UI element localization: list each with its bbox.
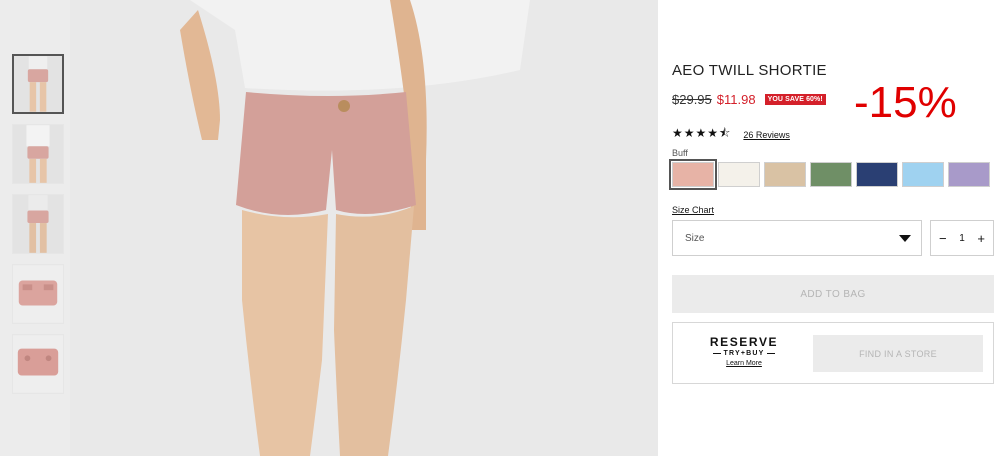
try-buy-tagline: TRY+BUY [695, 350, 793, 357]
thumbnail-4[interactable] [12, 264, 64, 324]
swatch-buff[interactable] [669, 159, 717, 190]
thumbnail-2[interactable] [12, 124, 64, 184]
savings-badge: YOU SAVE 60%! [764, 94, 826, 105]
size-placeholder: Size [685, 232, 705, 244]
reserve-try-buy-box: RESERVE TRY+BUY Learn More FIND IN A STO… [672, 322, 994, 384]
quantity-stepper: − 1 + [930, 220, 994, 256]
caret-down-icon [899, 235, 911, 242]
swatch-tan[interactable] [764, 162, 806, 187]
product-details-panel: AEO TWILL SHORTIE $29.95 $11.98 YOU SAVE… [669, 0, 996, 456]
product-media [0, 0, 658, 456]
thumbnail-5[interactable] [12, 334, 64, 394]
swatch-navy[interactable] [856, 162, 898, 187]
thumbnail-3[interactable] [12, 194, 64, 254]
thumbnail-1[interactable] [12, 54, 64, 114]
rating-row: ★★★★⯪ 26 Reviews [672, 124, 790, 145]
add-to-bag-button[interactable]: ADD TO BAG [672, 275, 994, 313]
reserve-logo: RESERVE TRY+BUY Learn More [695, 335, 793, 367]
swatch-white[interactable] [718, 162, 760, 187]
size-chart-link[interactable]: Size Chart [672, 205, 714, 215]
sale-price: $11.98 [716, 92, 756, 107]
quantity-decrement-button[interactable]: − [939, 231, 947, 246]
discount-overlay: -15% [854, 78, 957, 127]
swatch-lavender[interactable] [948, 162, 990, 187]
divider [766, 353, 775, 354]
main-product-image [70, 0, 658, 456]
swatch-light-blue[interactable] [902, 162, 944, 187]
try-buy-text: TRY+BUY [723, 350, 765, 357]
quantity-value: 1 [959, 232, 965, 244]
reviews-link[interactable]: 26 Reviews [743, 130, 790, 140]
divider [713, 353, 722, 354]
product-photo [70, 0, 658, 456]
thumbnail-image [13, 265, 63, 323]
product-page: AEO TWILL SHORTIE $29.95 $11.98 YOU SAVE… [0, 0, 996, 456]
thumbnail-image [14, 56, 62, 112]
color-swatches [669, 159, 994, 190]
thumbnail-image [13, 195, 63, 253]
thumbnail-image [13, 125, 63, 183]
swatch-olive[interactable] [810, 162, 852, 187]
learn-more-link[interactable]: Learn More [695, 360, 793, 367]
price-row: $29.95 $11.98 YOU SAVE 60%! [672, 92, 826, 107]
thumbnail-image [13, 335, 63, 393]
reserve-wordmark: RESERVE [709, 335, 779, 349]
selected-color-label: Buff [672, 148, 688, 158]
quantity-increment-button[interactable]: + [977, 231, 985, 246]
find-in-store-button[interactable]: FIND IN A STORE [813, 335, 983, 372]
star-rating-icon: ★★★★⯪ [672, 126, 732, 140]
product-title: AEO TWILL SHORTIE [672, 62, 827, 79]
size-dropdown[interactable]: Size [672, 220, 922, 256]
thumbnail-strip [12, 54, 66, 404]
original-price: $29.95 [672, 92, 712, 107]
